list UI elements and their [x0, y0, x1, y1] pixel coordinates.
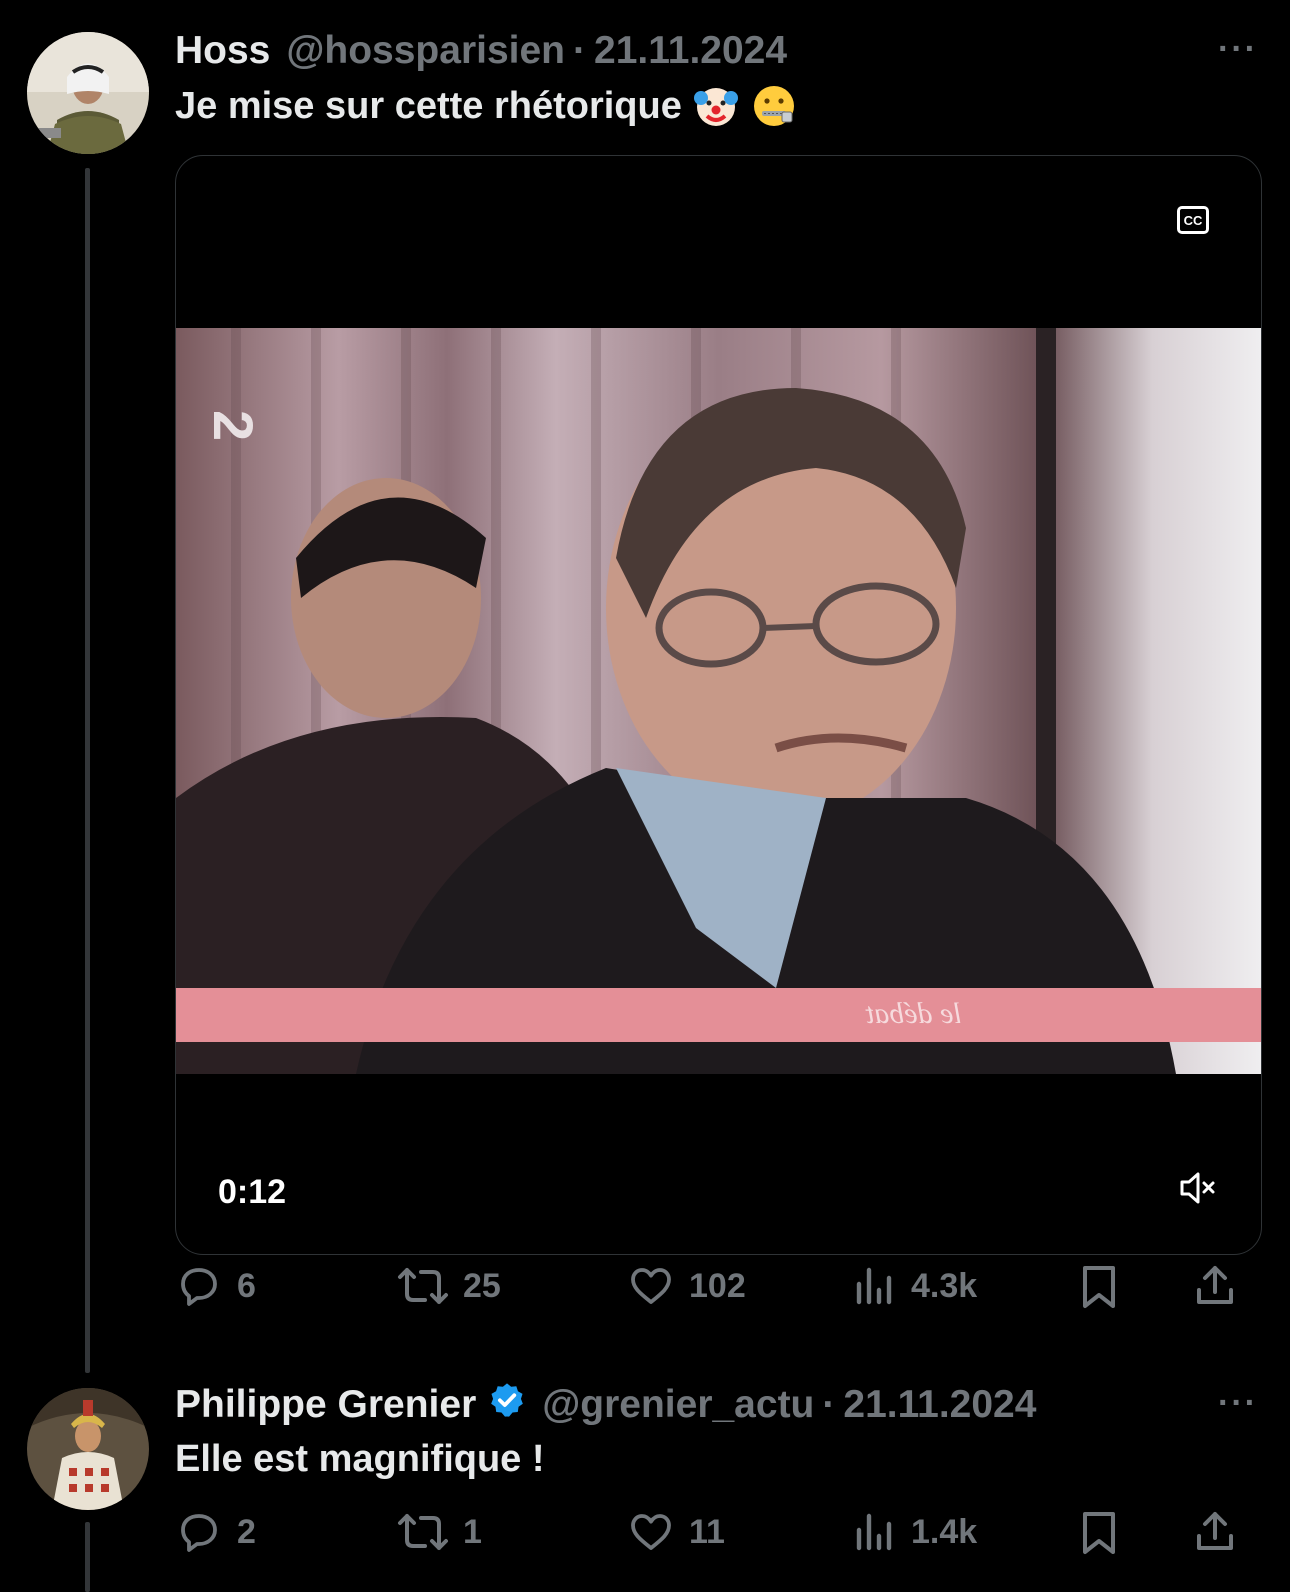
tweet-2[interactable]: Philippe Grenier @grenier_actu · 21.11.2…: [0, 1380, 1290, 1592]
views-button[interactable]: 4.3k: [853, 1262, 977, 1310]
tweet-text-content: Elle est magnifique !: [175, 1437, 545, 1480]
like-button[interactable]: 102: [627, 1262, 746, 1310]
tweet-header: Philippe Grenier @grenier_actu · 21.11.2…: [175, 1382, 1036, 1428]
separator-dot: ·: [822, 1383, 836, 1426]
share-button[interactable]: [1191, 1508, 1239, 1556]
views-count: 1.4k: [911, 1512, 978, 1551]
clown-face-emoji: [692, 82, 740, 130]
video-player[interactable]: CC 2 le débat 0:12: [175, 155, 1262, 1255]
svg-text:le débat: le débat: [865, 997, 961, 1030]
bookmark-button[interactable]: [1077, 1508, 1121, 1556]
tweet-text: Je mise sur cette rhétorique: [175, 80, 798, 132]
reply-count: 6: [237, 1266, 256, 1305]
like-count: 102: [689, 1266, 746, 1305]
thread-line: [85, 1522, 90, 1592]
reply-count: 2: [237, 1512, 256, 1551]
tweet-actions: 6 25 102 4.3k: [175, 1256, 1255, 1316]
share-button[interactable]: [1191, 1262, 1239, 1310]
tweet-text: Elle est magnifique !: [175, 1436, 545, 1482]
tweet-text-content: Je mise sur cette rhétorique: [175, 84, 682, 127]
user-handle[interactable]: @hossparisien: [286, 29, 565, 73]
views-count: 4.3k: [911, 1266, 978, 1305]
heart-icon: [631, 1514, 671, 1550]
repost-count: 1: [463, 1512, 482, 1551]
analytics-icon: [856, 1267, 892, 1305]
bookmark-button[interactable]: [1077, 1262, 1121, 1310]
zipper-mouth-face-emoji: [750, 82, 798, 130]
like-count: 11: [689, 1512, 725, 1551]
video-timecode: 0:12: [218, 1173, 287, 1211]
repost-icon: [398, 1514, 448, 1550]
tweet-date[interactable]: 21.11.2024: [843, 1383, 1036, 1427]
verified-badge-icon: [488, 1381, 526, 1429]
reply-button[interactable]: 2: [175, 1508, 256, 1556]
display-name[interactable]: Hoss: [175, 29, 270, 73]
more-options-button[interactable]: ···: [1218, 30, 1258, 69]
avatar[interactable]: [27, 32, 149, 154]
tweet-date[interactable]: 21.11.2024: [594, 29, 787, 73]
reply-icon: [181, 1514, 217, 1552]
user-handle[interactable]: @grenier_actu: [542, 1383, 814, 1427]
separator-dot: ·: [573, 29, 586, 72]
display-name[interactable]: Philippe Grenier: [175, 1383, 476, 1427]
like-button[interactable]: 11: [627, 1508, 725, 1556]
views-button[interactable]: 1.4k: [853, 1508, 977, 1556]
bookmark-icon: [1083, 1266, 1115, 1308]
avatar[interactable]: [27, 1388, 149, 1510]
reply-button[interactable]: 6: [175, 1262, 256, 1310]
repost-icon: [398, 1268, 448, 1304]
repost-count: 25: [463, 1266, 501, 1305]
captions-button[interactable]: CC: [1177, 206, 1209, 234]
share-icon: [1197, 1266, 1233, 1304]
heart-icon: [631, 1268, 671, 1304]
tweet-header: Hoss @hossparisien · 21.11.2024: [175, 28, 787, 74]
analytics-icon: [856, 1513, 892, 1551]
more-options-button[interactable]: ···: [1218, 1384, 1258, 1423]
bookmark-icon: [1083, 1512, 1115, 1554]
reply-icon: [181, 1268, 217, 1306]
tweet-1[interactable]: Hoss @hossparisien · 21.11.2024 ··· Je m…: [0, 0, 1290, 1380]
thread-line: [85, 168, 90, 1373]
share-icon: [1197, 1512, 1233, 1550]
muted-speaker-icon[interactable]: [1179, 1171, 1217, 1210]
repost-button[interactable]: 25: [397, 1262, 501, 1310]
repost-button[interactable]: 1: [397, 1508, 482, 1556]
video-frame[interactable]: 2 le débat: [176, 328, 1261, 1074]
svg-text:2: 2: [202, 410, 265, 441]
tweet-actions: 2 1 11 1.4k: [175, 1502, 1255, 1562]
